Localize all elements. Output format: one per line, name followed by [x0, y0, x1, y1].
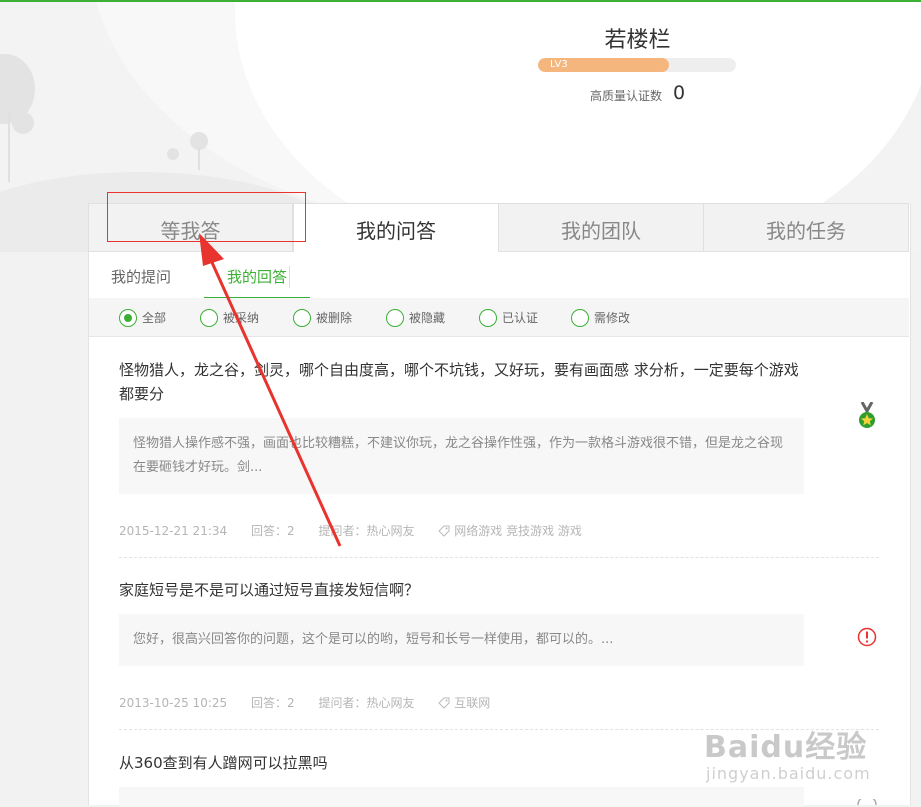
- watermark-logo: Baidu经验: [704, 730, 868, 765]
- watermark-url: jingyan.baidu.com: [706, 764, 871, 783]
- annotation-arrow: [199, 233, 342, 547]
